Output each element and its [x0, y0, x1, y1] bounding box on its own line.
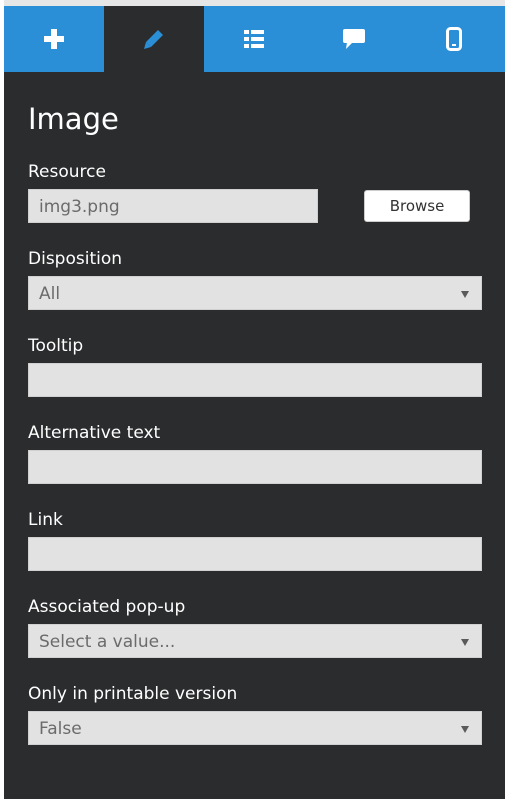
disposition-group: Disposition All [28, 248, 482, 310]
resource-field[interactable]: img3.png [28, 189, 318, 223]
tooltip-label: Tooltip [28, 336, 84, 356]
tooltip-field[interactable] [28, 363, 482, 397]
alt-text-field[interactable] [28, 450, 482, 484]
tab-edit[interactable] [104, 6, 204, 72]
printable-group: Only in printable version False [28, 683, 482, 745]
browse-button[interactable]: Browse [364, 190, 470, 222]
tab-mobile[interactable] [404, 6, 504, 72]
link-label: Link [28, 510, 63, 530]
resource-label: Resource [28, 162, 106, 182]
properties-panel: Image Resource img3.png Browse Dispositi… [4, 0, 505, 799]
alt-text-group: Alternative text [28, 422, 482, 484]
tab-bar [4, 6, 505, 72]
disposition-label: Disposition [28, 249, 123, 269]
tooltip-group: Tooltip [28, 335, 482, 397]
popup-label: Associated pop-up [28, 597, 186, 617]
list-icon [244, 30, 264, 48]
tab-list[interactable] [204, 6, 304, 72]
link-field[interactable] [28, 537, 482, 571]
alt-text-label: Alternative text [28, 423, 161, 443]
popup-group: Associated pop-up Select a value... [28, 596, 482, 658]
mobile-icon [446, 27, 462, 51]
panel-title: Image [28, 102, 119, 136]
printable-label: Only in printable version [28, 684, 238, 704]
disposition-select[interactable]: All [28, 276, 482, 310]
link-group: Link [28, 509, 482, 571]
tab-comments[interactable] [304, 6, 404, 72]
resource-group: Resource img3.png Browse [28, 161, 482, 223]
tab-add[interactable] [4, 6, 104, 72]
plus-icon [44, 29, 64, 49]
pencil-icon [144, 30, 163, 49]
comment-icon [343, 29, 365, 49]
popup-select[interactable]: Select a value... [28, 624, 482, 658]
resource-row: img3.png Browse [28, 189, 482, 223]
image-properties-form: Image Resource img3.png Browse Dispositi… [28, 100, 482, 770]
printable-select[interactable]: False [28, 711, 482, 745]
